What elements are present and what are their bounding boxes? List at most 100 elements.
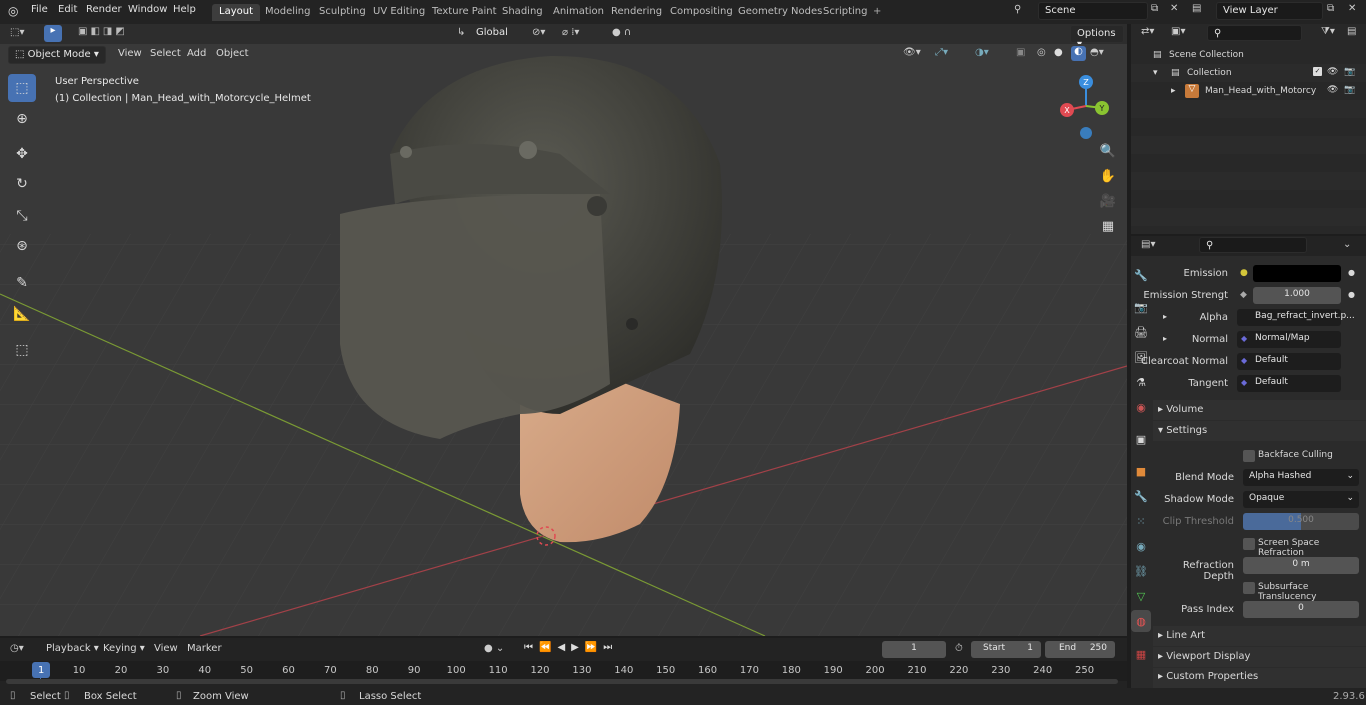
gizmo-toggle-icon[interactable]: ⤢▾: [935, 47, 948, 58]
solid-shading-icon[interactable]: ●: [1054, 47, 1063, 58]
menu-render[interactable]: Render: [86, 4, 122, 15]
constraints-tab-icon[interactable]: ⛓: [1131, 560, 1151, 582]
record-icon[interactable]: ● ⌄: [484, 643, 504, 654]
menu-object[interactable]: Object: [216, 48, 249, 59]
transform-orientation-select[interactable]: Global: [470, 25, 524, 43]
tab-animation[interactable]: Animation: [546, 4, 611, 21]
select-box-tool[interactable]: ⬚: [8, 74, 36, 102]
normal-field[interactable]: Normal/Map: [1237, 331, 1341, 348]
wireframe-shading-icon[interactable]: ◎: [1037, 47, 1046, 58]
collection-render-icon[interactable]: 📷: [1344, 67, 1355, 77]
zoom-icon[interactable]: 🔍: [1096, 140, 1120, 162]
object-label[interactable]: Man_Head_with_Motorcy: [1205, 86, 1316, 96]
viewport-display-section[interactable]: ▸ Viewport Display: [1158, 651, 1250, 662]
playback-controls-icons[interactable]: ⏮⏪◀▶⏩⏭: [524, 642, 618, 653]
timeline-view-menu[interactable]: View: [154, 643, 178, 654]
playback-menu[interactable]: Playback ▾: [46, 643, 99, 654]
collapse-arrow-icon[interactable]: ▾: [1153, 68, 1158, 78]
menu-view[interactable]: View: [118, 48, 142, 59]
object-visibility-icon[interactable]: 👁: [1327, 85, 1338, 95]
material-shading-icon[interactable]: ◐: [1071, 46, 1086, 61]
alpha-field[interactable]: Bag_refract_invert.p...: [1237, 309, 1355, 326]
screen-space-refraction-checkbox[interactable]: [1243, 538, 1255, 550]
tab-uv-editing[interactable]: UV Editing: [366, 4, 432, 21]
object-mode-select[interactable]: ⬚ Object Mode ▾: [8, 46, 106, 64]
view-layer-icon[interactable]: ▤: [1192, 3, 1201, 14]
pan-hand-icon[interactable]: ✋: [1096, 165, 1120, 187]
visibility-icon[interactable]: 👁▾: [903, 47, 921, 58]
new-scene-icon[interactable]: ⧉: [1151, 3, 1158, 14]
measure-tool[interactable]: 📐: [8, 300, 36, 328]
cursor-tool[interactable]: ⊕: [8, 105, 36, 133]
emission-strength-keyframe-icon[interactable]: ●: [1348, 290, 1355, 299]
blender-logo-icon[interactable]: ◎: [8, 4, 18, 18]
refraction-depth-field[interactable]: 0 m: [1243, 557, 1359, 574]
tab-texture-paint[interactable]: Texture Paint: [425, 4, 504, 21]
timeline-scrollbar[interactable]: [6, 679, 1118, 684]
properties-editor-icon[interactable]: ▤▾: [1141, 239, 1155, 250]
physics-tab-icon[interactable]: ◉: [1131, 535, 1151, 557]
xray-icon[interactable]: ▣: [1016, 47, 1025, 58]
delete-view-layer-icon[interactable]: ✕: [1348, 3, 1356, 14]
filter-icon[interactable]: ⧩▾: [1321, 26, 1335, 37]
tab-sculpting[interactable]: Sculpting: [312, 4, 373, 21]
object-tab-icon[interactable]: ■: [1131, 460, 1151, 482]
menu-edit[interactable]: Edit: [58, 4, 77, 15]
annotate-tool[interactable]: ✎: [8, 269, 36, 297]
tool-tab-icon[interactable]: 🔧: [1131, 264, 1151, 286]
display-mode-icon[interactable]: ▣▾: [1171, 26, 1185, 37]
start-frame-field[interactable]: Start 1: [971, 641, 1041, 658]
custom-properties-section[interactable]: ▸ Custom Properties: [1158, 671, 1258, 682]
modifier-tab-icon[interactable]: 🔧: [1131, 485, 1151, 507]
world-tab-icon[interactable]: ◉: [1131, 396, 1151, 418]
data-tab-icon[interactable]: ▽: [1131, 585, 1151, 607]
material-tab-icon[interactable]: ◍: [1131, 610, 1151, 632]
outliner-editor-icon[interactable]: ⇄▾: [1141, 26, 1154, 37]
transform-tool[interactable]: ⊛: [8, 232, 36, 260]
tab-compositing[interactable]: Compositing: [663, 4, 740, 21]
selection-mode-icons[interactable]: ▣◧◨◩: [78, 26, 128, 37]
tab-layout[interactable]: Layout: [212, 4, 260, 21]
subsurface-translucency-checkbox[interactable]: [1243, 582, 1255, 594]
backface-culling-checkbox[interactable]: [1243, 450, 1255, 462]
camera-icon[interactable]: 🎥: [1096, 190, 1120, 212]
particles-tab-icon[interactable]: ⁙: [1131, 510, 1151, 532]
properties-search-input[interactable]: ⚲: [1199, 237, 1307, 253]
menu-file[interactable]: File: [31, 4, 48, 15]
marker-menu[interactable]: Marker: [187, 643, 222, 654]
menu-select[interactable]: Select: [150, 48, 181, 59]
clearcoat-normal-field[interactable]: Default: [1237, 353, 1341, 370]
outliner-search-input[interactable]: ⚲: [1207, 25, 1302, 41]
end-frame-field[interactable]: End 250: [1045, 641, 1115, 658]
move-tool[interactable]: ✥: [8, 140, 36, 168]
pass-index-field[interactable]: 0: [1243, 601, 1359, 618]
add-cube-tool[interactable]: ⬚: [8, 336, 36, 364]
scene-collection-label[interactable]: Scene Collection: [1169, 50, 1244, 60]
collection-tab-icon[interactable]: ▣: [1131, 428, 1151, 450]
collection-checkbox[interactable]: ✓: [1313, 67, 1322, 76]
view-layer-field[interactable]: View Layer: [1216, 2, 1323, 20]
proportional-edit-icon[interactable]: ● ∩: [612, 27, 631, 38]
overlay-toggle-icon[interactable]: ◑▾: [975, 47, 989, 58]
add-workspace-button[interactable]: +: [866, 4, 888, 21]
tab-rendering[interactable]: Rendering: [604, 4, 669, 21]
scale-tool[interactable]: ⤡: [8, 202, 36, 230]
new-collection-icon[interactable]: ▤: [1347, 26, 1356, 37]
output-tab-icon[interactable]: 🖨: [1131, 321, 1151, 343]
blend-mode-select[interactable]: Alpha Hashed ⌄: [1243, 469, 1359, 486]
timeline-editor-icon[interactable]: ◷▾: [10, 643, 24, 654]
shadow-mode-select[interactable]: Opaque ⌄: [1243, 491, 1359, 508]
snap-icon[interactable]: ⌀ ⁞▾: [562, 27, 579, 38]
emission-keyframe-icon[interactable]: ●: [1348, 268, 1355, 277]
grid-view-icon[interactable]: ▦: [1096, 215, 1120, 237]
menu-add[interactable]: Add: [187, 48, 206, 59]
navigation-gizmo[interactable]: Z X Y: [1055, 72, 1115, 142]
menu-help[interactable]: Help: [173, 4, 196, 15]
rotate-tool[interactable]: ↻: [8, 170, 36, 198]
preview-range-icon[interactable]: ⏱: [955, 643, 963, 654]
editor-type-icon[interactable]: ⬚▾: [10, 27, 24, 38]
properties-options-icon[interactable]: ⌄: [1343, 239, 1351, 250]
options-button[interactable]: Options ▾: [1070, 25, 1124, 50]
emission-strength-field[interactable]: 1.000: [1253, 287, 1341, 304]
keying-menu[interactable]: Keying ▾: [103, 643, 145, 654]
